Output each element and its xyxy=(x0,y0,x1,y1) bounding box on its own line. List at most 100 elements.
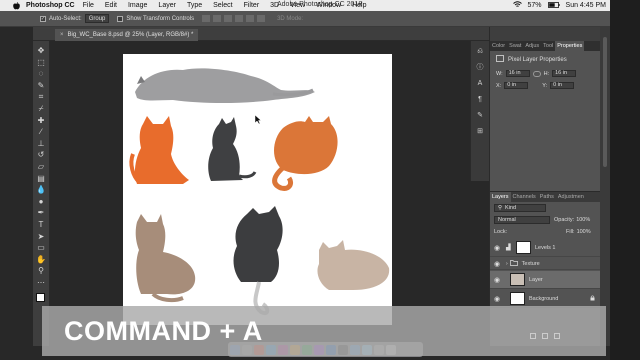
align-middle-icon[interactable] xyxy=(213,15,222,22)
screen-edge xyxy=(610,0,640,360)
character-panel-icon[interactable]: A xyxy=(475,79,485,89)
h-label: H: xyxy=(543,70,550,77)
layer-row[interactable]: ◉ › Texture xyxy=(490,258,601,270)
layer-row[interactable]: ◉ ▟ Levels 1 xyxy=(490,239,601,257)
x-field[interactable]: 0 in xyxy=(504,82,529,89)
scrollbar-thumb[interactable] xyxy=(603,37,607,167)
chevron-right-icon[interactable]: › xyxy=(506,261,508,267)
transform-controls-checkbox[interactable] xyxy=(117,15,124,22)
tab-paths[interactable]: Paths xyxy=(538,192,556,202)
battery-icon[interactable] xyxy=(547,1,560,10)
eraser-tool-icon[interactable]: ▱ xyxy=(36,161,47,172)
wifi-icon[interactable] xyxy=(512,1,522,10)
history-panel-icon[interactable]: ⎌ xyxy=(475,47,485,57)
menu-edit[interactable]: Edit xyxy=(105,2,117,9)
sleeping-grey-cat xyxy=(135,68,315,103)
eyedropper-tool-icon[interactable]: ⌿ xyxy=(36,103,47,114)
more-tools-icon[interactable]: ⋯ xyxy=(36,277,47,288)
marquee-tool-icon[interactable]: ⬚ xyxy=(36,57,47,68)
document-tab[interactable]: × Big_WC_Base 8.psd @ 25% (Layer, RGB/8#… xyxy=(55,29,199,41)
tab-color[interactable]: Color xyxy=(490,41,507,51)
height-field[interactable]: 16 in xyxy=(552,70,577,77)
pixel-layer-icon xyxy=(496,55,504,64)
fill-label: Fill: xyxy=(566,229,575,235)
width-field[interactable]: 16 in xyxy=(505,70,530,77)
tab-adjustments-2[interactable]: Adjustmen xyxy=(556,192,586,202)
eye-icon[interactable]: ◉ xyxy=(494,276,502,284)
hand-tool-icon[interactable]: ✋ xyxy=(36,254,47,265)
filter-value: Kind xyxy=(505,205,517,211)
layer-filter-select[interactable]: ⚲ Kind xyxy=(494,204,546,212)
eye-icon[interactable]: ◉ xyxy=(494,295,502,303)
layer-name: Background xyxy=(529,295,559,302)
brush-tool-icon[interactable]: ∕ xyxy=(36,126,47,137)
foreground-color-swatch[interactable] xyxy=(36,293,45,302)
panel-scrollbar[interactable] xyxy=(600,27,610,346)
type-tool-icon[interactable]: T xyxy=(36,219,47,230)
mode-3d-label: 3D Mode: xyxy=(277,15,304,22)
tab-layers[interactable]: Layers xyxy=(490,192,511,202)
align-top-icon[interactable] xyxy=(202,15,211,22)
blur-tool-icon[interactable]: 💧 xyxy=(36,184,47,195)
menu-select[interactable]: Select xyxy=(213,2,232,9)
align-bottom-icon[interactable] xyxy=(224,15,233,22)
beige-sitting-cat xyxy=(135,214,196,303)
align-buttons xyxy=(202,15,266,22)
layer-row-selected[interactable]: ◉ Layer xyxy=(490,271,601,289)
blend-mode-value: Normal xyxy=(498,217,516,223)
tab-swatches[interactable]: Swat xyxy=(507,41,523,51)
align-left-icon[interactable] xyxy=(235,15,244,22)
pen-tool-icon[interactable]: ✒ xyxy=(36,207,47,218)
menu-filter[interactable]: Filter xyxy=(244,2,260,9)
zoom-tool-icon[interactable]: ⚲ xyxy=(36,265,47,276)
healing-brush-tool-icon[interactable]: ✚ xyxy=(36,115,47,126)
paragraph-panel-icon[interactable]: ¶ xyxy=(475,95,485,105)
link-icon[interactable] xyxy=(532,70,541,77)
levels-adjustment-icon: ▟ xyxy=(506,245,511,251)
clock[interactable]: Sun 4:45 PM xyxy=(566,2,606,9)
clone-source-panel-icon[interactable]: ⊞ xyxy=(475,127,485,137)
eye-icon[interactable]: ◉ xyxy=(494,260,502,268)
tab-channels[interactable]: Channels xyxy=(511,192,538,202)
menu-layer[interactable]: Layer xyxy=(158,2,176,9)
tab-properties[interactable]: Properties xyxy=(555,41,585,51)
apple-icon[interactable] xyxy=(12,1,20,10)
align-right-icon[interactable] xyxy=(257,15,266,22)
brush-panel-icon[interactable]: ✎ xyxy=(475,111,485,121)
info-panel-icon[interactable]: ⓘ xyxy=(475,63,485,73)
auto-select-dropdown[interactable]: Group xyxy=(84,14,110,23)
move-tool-icon[interactable]: ✥ xyxy=(36,45,47,56)
layers-bottom-icons xyxy=(530,333,560,339)
position-row: X: 0 in Y: 0 in xyxy=(496,82,575,89)
new-group-icon[interactable] xyxy=(530,333,536,339)
align-center-icon[interactable] xyxy=(246,15,255,22)
blend-mode-select[interactable]: Normal xyxy=(494,216,550,224)
tab-tool[interactable]: Tool xyxy=(541,41,555,51)
delete-layer-icon[interactable] xyxy=(554,333,560,339)
menu-type[interactable]: Type xyxy=(187,2,202,9)
new-layer-icon[interactable] xyxy=(542,333,548,339)
crop-tool-icon[interactable]: ⌗ xyxy=(36,91,47,102)
document-canvas[interactable] xyxy=(123,54,392,325)
right-panel-dock: Color Swat Adjus Tool Properties Pixel L… xyxy=(489,27,601,346)
menu-image[interactable]: Image xyxy=(128,2,147,9)
app-menu[interactable]: Photoshop CC xyxy=(26,2,75,9)
opacity-field[interactable]: 100% xyxy=(576,217,590,223)
eye-icon[interactable]: ◉ xyxy=(494,244,502,252)
fill-control: Fill: 100% xyxy=(566,229,591,235)
lasso-tool-icon[interactable]: ◌ xyxy=(36,68,47,79)
shape-tool-icon[interactable]: ▭ xyxy=(36,242,47,253)
history-brush-tool-icon[interactable]: ↺ xyxy=(36,149,47,160)
dodge-tool-icon[interactable]: ● xyxy=(36,196,47,207)
menu-file[interactable]: File xyxy=(83,2,94,9)
tab-adjustments[interactable]: Adjus xyxy=(523,41,541,51)
quick-select-tool-icon[interactable]: ✎ xyxy=(36,80,47,91)
move-cursor-icon xyxy=(254,112,265,130)
y-field[interactable]: 0 in xyxy=(550,82,575,89)
gradient-tool-icon[interactable]: ▤ xyxy=(36,173,47,184)
clone-stamp-tool-icon[interactable]: ⊥ xyxy=(36,138,47,149)
auto-select-checkbox[interactable]: ✓ xyxy=(40,15,46,22)
fill-field[interactable]: 100% xyxy=(577,229,591,235)
path-select-tool-icon[interactable]: ➤ xyxy=(36,231,47,242)
close-tab-icon[interactable]: × xyxy=(60,32,64,38)
